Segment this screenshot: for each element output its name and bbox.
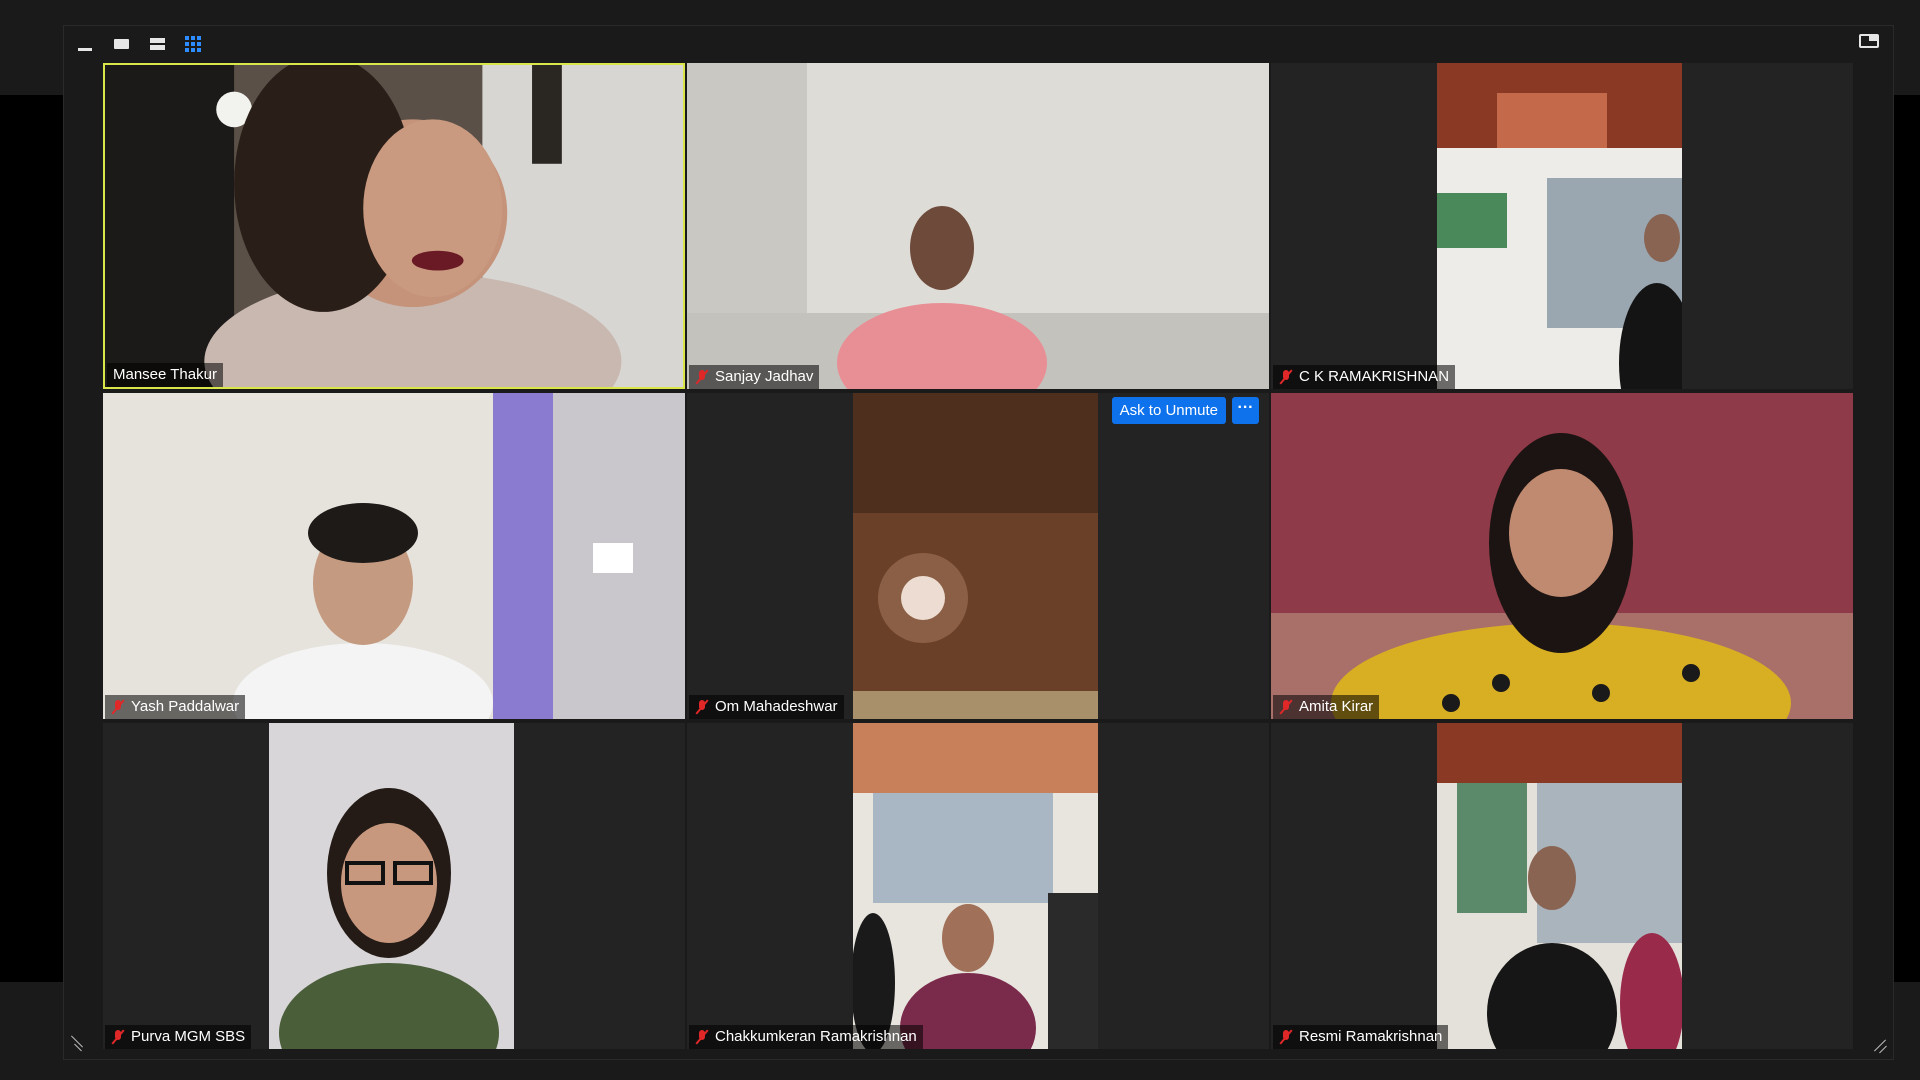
participant-tile[interactable]: Sanjay Jadhav: [687, 63, 1269, 389]
layout-icon: [1859, 34, 1879, 48]
muted-mic-icon: [695, 1029, 709, 1045]
ask-to-unmute-button[interactable]: Ask to Unmute: [1111, 397, 1226, 424]
muted-mic-icon: [111, 1029, 125, 1045]
participant-video: [1271, 393, 1853, 719]
participant-name: Yash Paddalwar: [131, 698, 240, 715]
participant-name-tag: Om Mahadeshwar: [689, 695, 844, 719]
strip-view-button[interactable]: [146, 33, 168, 55]
resize-handle-right-icon[interactable]: [1872, 1037, 1888, 1053]
participant-tile[interactable]: Purva MGM SBS: [103, 723, 685, 1049]
participant-name: Sanjay Jadhav: [715, 368, 814, 385]
resize-handle-left-icon[interactable]: [69, 1037, 85, 1053]
minimize-button[interactable]: [74, 33, 96, 55]
gallery-window: Mansee Thakur Sanjay Jadhav C K RAMAKRIS…: [63, 25, 1894, 1060]
participant-video: [1437, 63, 1682, 389]
participant-tile[interactable]: Yash Paddalwar: [103, 393, 685, 719]
layout-button[interactable]: [1859, 34, 1881, 52]
participant-name-tag: Purva MGM SBS: [105, 1025, 252, 1049]
speaker-view-icon: [113, 39, 129, 49]
gallery-view-button[interactable]: [182, 33, 204, 55]
muted-mic-icon: [695, 699, 709, 715]
minimize-icon: [78, 47, 92, 51]
gallery-view-icon: [185, 36, 201, 52]
participant-name-tag: Chakkumkeran Ramakrishnan: [689, 1025, 923, 1049]
participant-video: [687, 63, 1269, 389]
view-controls: [74, 33, 204, 55]
tile-hover-actions: Ask to Unmute ···: [1111, 397, 1259, 424]
participant-video: [103, 393, 685, 719]
participant-name-tag: C K RAMAKRISHNAN: [1273, 365, 1456, 389]
strip-view-icon: [149, 38, 165, 50]
participant-tile[interactable]: Amita Kirar: [1271, 393, 1853, 719]
muted-mic-icon: [1279, 1029, 1293, 1045]
participant-name-tag: Yash Paddalwar: [105, 695, 246, 719]
participant-tile[interactable]: Ask to Unmute ··· Om Mahadeshwar: [687, 393, 1269, 719]
participant-video: [105, 65, 683, 387]
participant-name-tag: Amita Kirar: [1273, 695, 1380, 719]
participant-name-tag: Sanjay Jadhav: [689, 365, 820, 389]
more-options-button[interactable]: ···: [1232, 397, 1259, 424]
participant-name: Om Mahadeshwar: [715, 698, 838, 715]
muted-mic-icon: [1279, 699, 1293, 715]
muted-mic-icon: [695, 369, 709, 385]
participant-tile[interactable]: Mansee Thakur: [103, 63, 685, 389]
speaker-view-button[interactable]: [110, 33, 132, 55]
participant-video: [853, 393, 1098, 719]
participant-tile[interactable]: C K RAMAKRISHNAN: [1271, 63, 1853, 389]
participant-video: [269, 723, 514, 1049]
participant-name-tag: Resmi Ramakrishnan: [1273, 1025, 1449, 1049]
video-grid: Mansee Thakur Sanjay Jadhav C K RAMAKRIS…: [103, 63, 1853, 1050]
participant-video: [1437, 723, 1682, 1049]
participant-name-tag: Mansee Thakur: [107, 363, 223, 387]
muted-mic-icon: [1279, 369, 1293, 385]
participant-name: Mansee Thakur: [113, 366, 217, 383]
participant-tile[interactable]: Chakkumkeran Ramakrishnan: [687, 723, 1269, 1049]
participant-name: Purva MGM SBS: [131, 1028, 246, 1045]
participant-name: Chakkumkeran Ramakrishnan: [715, 1028, 917, 1045]
participant-name: C K RAMAKRISHNAN: [1299, 368, 1450, 385]
participant-video: [853, 723, 1098, 1049]
participant-name: Resmi Ramakrishnan: [1299, 1028, 1443, 1045]
muted-mic-icon: [111, 699, 125, 715]
participant-name: Amita Kirar: [1299, 698, 1374, 715]
participant-tile[interactable]: Resmi Ramakrishnan: [1271, 723, 1853, 1049]
